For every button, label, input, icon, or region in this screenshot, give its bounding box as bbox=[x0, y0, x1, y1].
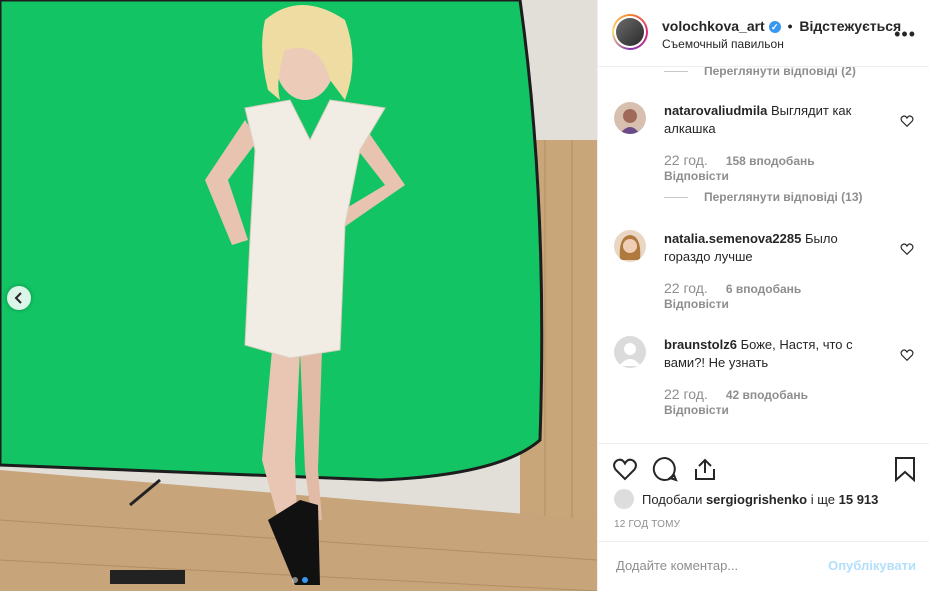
carousel-dots bbox=[292, 577, 308, 583]
author-line: volochkova_art ✓ • Відстежується bbox=[662, 18, 901, 34]
carousel-dot-active bbox=[302, 577, 308, 583]
more-options-icon[interactable]: ••• bbox=[894, 24, 916, 45]
like-comment-heart-icon[interactable] bbox=[900, 348, 914, 362]
view-replies-button[interactable]: Переглянути відповіді (13) bbox=[664, 190, 863, 204]
comment-time[interactable]: 22 год. bbox=[664, 386, 708, 402]
carousel-dot bbox=[292, 577, 298, 583]
comment-input[interactable] bbox=[614, 557, 818, 574]
liker-avatar[interactable] bbox=[614, 489, 634, 509]
header-separator: • bbox=[787, 18, 793, 34]
comments-list[interactable]: Переглянути відповіді (2) natarovaliudmi… bbox=[598, 66, 929, 443]
add-comment-bar: Опублікувати bbox=[598, 541, 929, 592]
commenter-avatar[interactable] bbox=[614, 230, 646, 262]
comment-time[interactable]: 22 год. bbox=[664, 280, 708, 296]
post-comment-button[interactable]: Опублікувати bbox=[828, 558, 916, 573]
comment-likes[interactable]: 158 вподобань bbox=[726, 154, 815, 168]
like-heart-icon[interactable] bbox=[612, 456, 638, 482]
likes-prefix: Подобали bbox=[642, 491, 703, 507]
photo-illustration bbox=[0, 0, 597, 591]
like-comment-heart-icon[interactable] bbox=[900, 242, 914, 256]
likes-middle: і ще bbox=[810, 491, 835, 507]
liker-username[interactable]: sergiogrishenko bbox=[706, 492, 807, 507]
comment-time[interactable]: 22 год. bbox=[664, 152, 708, 168]
comment-meta: 22 год. 158 вподобань bbox=[664, 152, 815, 168]
reply-button[interactable]: Відповісти bbox=[664, 169, 729, 183]
chevron-left-icon bbox=[14, 292, 22, 304]
save-bookmark-icon[interactable] bbox=[892, 456, 918, 482]
post-timestamp[interactable]: 12 ГОД ТОМУ bbox=[614, 519, 680, 530]
post-location[interactable]: Съемочный павильон bbox=[662, 37, 784, 51]
likes-summary: Подобали sergiogrishenko і ще 15 913 bbox=[614, 489, 878, 509]
author-avatar[interactable] bbox=[612, 14, 648, 50]
comment-text: braunstolz6 Боже, Настя, что с вами?! Не… bbox=[664, 336, 884, 372]
comment-text: natalia.semenova2285 Было гораздо лучше bbox=[664, 230, 884, 266]
following-button[interactable]: Відстежується bbox=[799, 18, 901, 34]
like-comment-heart-icon[interactable] bbox=[900, 114, 914, 128]
comment-bubble-icon[interactable] bbox=[652, 456, 678, 482]
view-replies-button[interactable]: Переглянути відповіді (2) bbox=[664, 66, 856, 78]
comment-username[interactable]: natarovaliudmila bbox=[664, 103, 767, 118]
likes-count[interactable]: 15 913 bbox=[839, 492, 879, 507]
post-side-panel: volochkova_art ✓ • Відстежується Съемочны… bbox=[597, 0, 929, 591]
post-photo bbox=[0, 0, 597, 591]
author-username[interactable]: volochkova_art bbox=[662, 18, 765, 34]
post-header: volochkova_art ✓ • Відстежується Съемочны… bbox=[598, 0, 929, 67]
commenter-avatar[interactable] bbox=[614, 102, 646, 134]
comment-username[interactable]: braunstolz6 bbox=[664, 337, 737, 352]
reply-button[interactable]: Відповісти bbox=[664, 297, 729, 311]
comment-username[interactable]: natalia.semenova2285 bbox=[664, 231, 801, 246]
comment-likes[interactable]: 6 вподобань bbox=[726, 282, 801, 296]
commenter-avatar[interactable] bbox=[614, 336, 646, 368]
reply-button[interactable]: Відповісти bbox=[664, 403, 729, 417]
comment-meta: 22 год. 6 вподобань bbox=[664, 280, 801, 296]
previous-photo-button[interactable] bbox=[7, 286, 31, 310]
comment-meta: 22 год. 42 вподобань bbox=[664, 386, 808, 402]
comment-text: natarovaliudmila Выглядит как алкашка bbox=[664, 102, 884, 138]
post-actions bbox=[598, 443, 929, 490]
verified-badge-icon: ✓ bbox=[768, 21, 781, 34]
comment-likes[interactable]: 42 вподобань bbox=[726, 388, 808, 402]
share-icon[interactable] bbox=[692, 456, 718, 482]
